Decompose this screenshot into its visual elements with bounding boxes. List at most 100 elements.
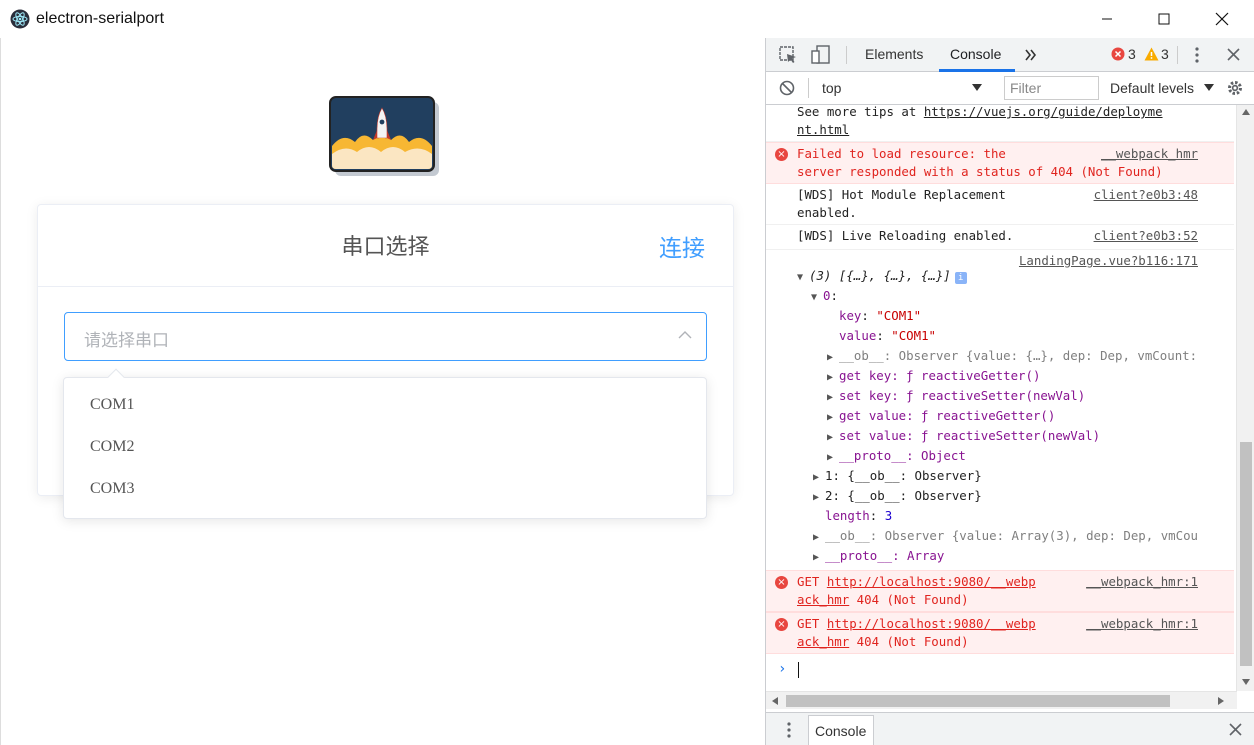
select-placeholder: 请选择串口 xyxy=(84,331,169,351)
minimize-button[interactable] xyxy=(1084,0,1130,38)
tip-link[interactable]: https://vuejs.org/guide/deployme xyxy=(924,105,1163,119)
request-link-cont[interactable]: ack_hmr xyxy=(797,592,849,607)
toolbar-separator xyxy=(846,46,847,64)
tree-row-array[interactable]: ▼ (3) [{…}, {…}, {…}] i xyxy=(797,266,1234,286)
console-message-tip: See more tips at https://vuejs.org/guide… xyxy=(766,105,1234,142)
dropdown-arrow-icon xyxy=(972,84,982,91)
tree-row-arr-proto[interactable]: ▶ __proto__: Array xyxy=(797,546,1234,566)
collapsed-triangle-icon: ▶ xyxy=(813,472,820,483)
source-link[interactable]: __webpack_hmr:1 xyxy=(1086,615,1198,633)
warning-count[interactable]: 3 xyxy=(1161,46,1169,62)
clear-console-icon[interactable] xyxy=(779,80,795,96)
filter-input[interactable]: Filter xyxy=(1004,76,1099,100)
tip-link-cont[interactable]: nt.html xyxy=(797,122,849,137)
collapsed-triangle-icon: ▶ xyxy=(827,392,834,403)
horizontal-scroll-thumb[interactable] xyxy=(786,695,1170,707)
collapsed-triangle-icon: ▶ xyxy=(813,532,820,543)
collapsed-triangle-icon: ▶ xyxy=(813,492,820,503)
warning-count-icon xyxy=(1144,47,1159,61)
tree-row-value: value: "COM1" xyxy=(839,328,936,343)
console-message: [WDS] Live Reloading enabled. client?e0b… xyxy=(766,225,1234,250)
request-link[interactable]: http://localhost:9080/__webp xyxy=(827,616,1036,631)
close-drawer-icon[interactable] xyxy=(1229,723,1242,736)
context-selector[interactable]: top xyxy=(822,80,841,96)
error-count[interactable]: 3 xyxy=(1128,46,1136,62)
scroll-down-icon[interactable] xyxy=(1242,679,1250,685)
inspect-element-icon[interactable] xyxy=(778,45,798,65)
serial-port-select[interactable]: 请选择串口 xyxy=(64,312,707,361)
title-bar: electron-serialport xyxy=(0,0,1254,38)
scroll-left-icon[interactable] xyxy=(772,697,778,705)
window-title: electron-serialport xyxy=(36,10,165,27)
object-tree: ▼ (3) [{…}, {…}, {…}] i ▼ 0: key: "COM1" va… xyxy=(766,266,1234,566)
console-input[interactable] xyxy=(798,662,799,678)
tree-row-ob[interactable]: ▶ __ob__: Observer {value: {…}, dep: Dep,… xyxy=(797,346,1234,366)
console-message: [WDS] Hot Module Replacement enabled. cl… xyxy=(766,184,1234,225)
tree-row-key: key: "COM1" xyxy=(839,308,922,323)
console-output: See more tips at https://vuejs.org/guide… xyxy=(766,105,1234,691)
scroll-right-icon[interactable] xyxy=(1218,697,1224,705)
source-link[interactable]: __webpack_hmr xyxy=(1101,145,1198,163)
maximize-button[interactable] xyxy=(1141,0,1187,38)
close-devtools-icon[interactable] xyxy=(1227,48,1240,61)
horizontal-scrollbar[interactable] xyxy=(766,691,1237,709)
source-link[interactable]: __webpack_hmr:1 xyxy=(1086,573,1198,591)
error-icon: × xyxy=(775,148,788,161)
close-window-button[interactable] xyxy=(1199,0,1245,38)
devtools-tab-bar: Elements Console 3 3 xyxy=(766,38,1254,72)
more-tabs-icon[interactable] xyxy=(1024,48,1038,62)
console-error: × GET http://localhost:9080/__webp ack_h… xyxy=(766,612,1234,654)
vertical-scroll-thumb[interactable] xyxy=(1240,442,1252,666)
error-count-icon xyxy=(1111,47,1125,61)
minimize-icon xyxy=(1102,18,1112,20)
electron-app-icon xyxy=(10,9,30,29)
info-icon: i xyxy=(954,272,967,284)
expanded-triangle-icon: ▼ xyxy=(811,292,818,303)
option-com1[interactable]: COM1 xyxy=(64,384,706,426)
app-content: 串口选择 连接 请选择串口 COM1 COM2 COM3 xyxy=(0,38,765,745)
tree-row-item1[interactable]: ▶ 1: {__ob__: Observer} xyxy=(797,466,1234,486)
collapsed-triangle-icon: ▶ xyxy=(827,412,834,423)
collapsed-triangle-icon: ▶ xyxy=(827,432,834,443)
devtools-panel: Elements Console 3 3 top Filter Default … xyxy=(765,38,1254,745)
tree-row-get-value[interactable]: ▶ get value: ƒ reactiveGetter() xyxy=(797,406,1234,426)
tree-row-item0[interactable]: ▼ 0: xyxy=(797,286,1234,306)
error-icon: × xyxy=(775,576,788,589)
kebab-menu-icon[interactable] xyxy=(1194,47,1200,63)
collapsed-triangle-icon: ▶ xyxy=(827,372,834,383)
collapsed-triangle-icon: ▶ xyxy=(813,552,820,563)
tree-row-set-value[interactable]: ▶ set value: ƒ reactiveSetter(newVal) xyxy=(797,426,1234,446)
request-link-cont[interactable]: ack_hmr xyxy=(797,634,849,649)
expanded-triangle-icon: ▼ xyxy=(797,272,804,283)
tab-elements[interactable]: Elements xyxy=(865,46,923,62)
option-com3[interactable]: COM3 xyxy=(64,468,706,510)
drawer-menu-icon[interactable] xyxy=(786,722,792,738)
device-toolbar-icon[interactable] xyxy=(810,45,832,65)
dropdown-arrow-icon xyxy=(1204,84,1214,91)
scroll-up-icon[interactable] xyxy=(1242,109,1250,115)
option-com2[interactable]: COM2 xyxy=(64,426,706,468)
connect-button[interactable]: 连接 xyxy=(659,229,705,263)
source-link[interactable]: client?e0b3:52 xyxy=(1094,227,1198,245)
tab-console[interactable]: Console xyxy=(950,46,1001,62)
tree-row-arr-ob[interactable]: ▶ __ob__: Observer {value: Array(3), dep:… xyxy=(797,526,1234,546)
rocket-logo xyxy=(329,96,439,176)
log-levels-select[interactable]: Default levels xyxy=(1110,80,1194,96)
collapsed-triangle-icon: ▶ xyxy=(827,352,834,363)
tree-row-get-key[interactable]: ▶ get key: ƒ reactiveGetter() xyxy=(797,366,1234,386)
tree-row-proto[interactable]: ▶ __proto__: Object xyxy=(797,446,1234,466)
tree-row-item2[interactable]: ▶ 2: {__ob__: Observer} xyxy=(797,486,1234,506)
tree-row-length: length: 3 xyxy=(825,508,893,523)
console-error: × GET http://localhost:9080/__webp ack_h… xyxy=(766,570,1234,612)
request-link[interactable]: http://localhost:9080/__webp xyxy=(827,574,1036,589)
vertical-scrollbar[interactable] xyxy=(1236,105,1254,691)
collapsed-triangle-icon: ▶ xyxy=(827,452,834,463)
tree-row-set-key[interactable]: ▶ set key: ƒ reactiveSetter(newVal) xyxy=(797,386,1234,406)
drawer-tab-console[interactable]: Console xyxy=(808,715,874,745)
toolbar-separator xyxy=(1177,46,1178,64)
source-link[interactable]: client?e0b3:48 xyxy=(1094,186,1198,204)
card-title: 串口选择 xyxy=(341,235,430,260)
chevron-up-icon xyxy=(678,331,692,339)
port-dropdown: COM1 COM2 COM3 xyxy=(63,368,707,519)
settings-gear-icon[interactable] xyxy=(1226,79,1244,97)
